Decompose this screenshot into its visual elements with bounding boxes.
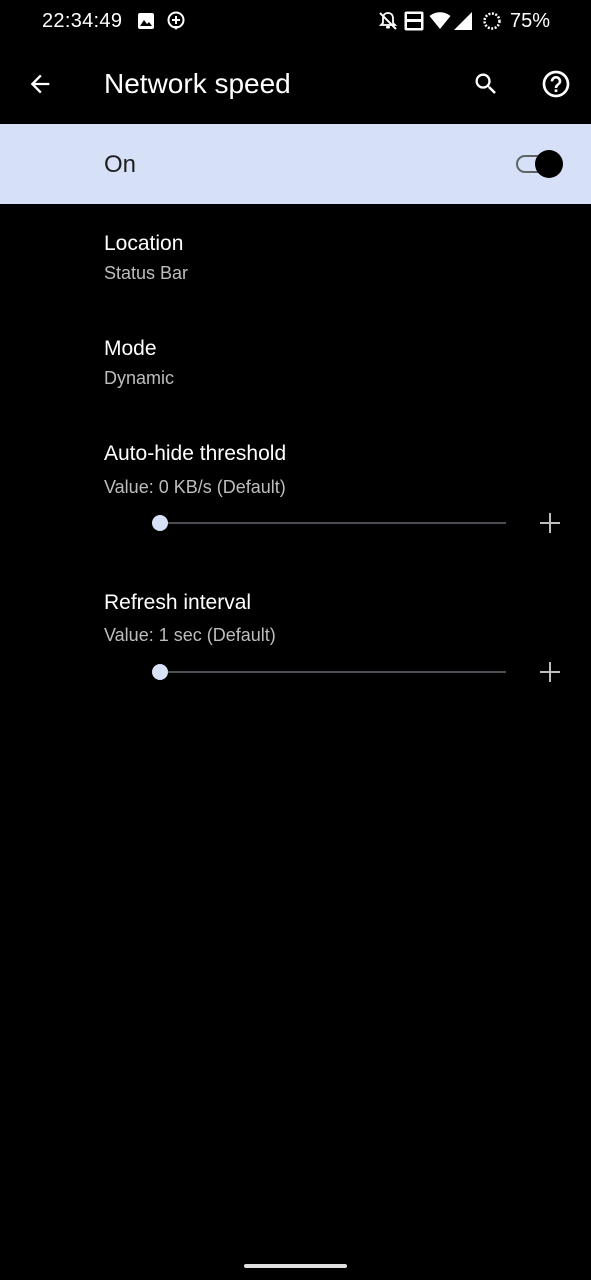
auto-hide-title: Auto-hide threshold [104, 442, 287, 465]
app-bar: Network speed [0, 44, 591, 124]
wifi-icon [429, 12, 451, 29]
help-button[interactable] [536, 64, 576, 104]
location-preference[interactable]: Location Status Bar [0, 205, 591, 309]
plus-icon [540, 513, 560, 533]
slider-thumb[interactable] [152, 515, 168, 531]
battery-percent: 75% [510, 10, 551, 32]
master-toggle-switch[interactable] [516, 150, 564, 178]
auto-hide-threshold-preference: Auto-hide threshold Value: 0 KB/s (Defau… [0, 415, 591, 565]
slider-thumb[interactable] [152, 664, 168, 680]
page-title: Network speed [104, 68, 291, 99]
plus-icon [540, 662, 560, 682]
battery-saver-ring-icon [483, 12, 501, 30]
refresh-increase-button[interactable] [536, 658, 564, 686]
back-button[interactable] [20, 64, 60, 104]
refresh-title: Refresh interval [104, 591, 252, 614]
arrow-back-icon [30, 74, 50, 94]
search-button[interactable] [466, 64, 506, 104]
mode-title: Mode [104, 337, 157, 360]
status-time: 22:34:49 [42, 10, 123, 32]
master-switch-label: On [104, 151, 137, 178]
location-plus-icon [167, 11, 185, 30]
auto-hide-summary: Value: 0 KB/s (Default) [104, 477, 286, 497]
slider-track [160, 671, 506, 673]
master-switch-bar[interactable]: On [0, 124, 591, 204]
notifications-off-icon [378, 12, 398, 30]
location-title: Location [104, 232, 184, 255]
volte-icon [404, 11, 424, 31]
slider-track [160, 522, 506, 524]
refresh-summary: Value: 1 sec (Default) [104, 625, 276, 645]
status-bar: 22:34:49 75% [0, 0, 591, 44]
image-icon [138, 13, 154, 29]
toggle-thumb [535, 150, 563, 178]
refresh-interval-preference: Refresh interval Value: 1 sec (Default) [0, 565, 591, 715]
signal-icon [454, 12, 472, 30]
auto-hide-increase-button[interactable] [536, 509, 564, 537]
refresh-interval-slider[interactable] [152, 662, 512, 682]
auto-hide-slider[interactable] [152, 513, 512, 533]
mode-preference[interactable]: Mode Dynamic [0, 310, 591, 414]
search-icon [475, 73, 496, 94]
help-icon [542, 70, 570, 98]
gesture-nav-handle[interactable] [244, 1264, 347, 1268]
location-summary: Status Bar [104, 263, 189, 283]
mode-summary: Dynamic [104, 368, 175, 388]
